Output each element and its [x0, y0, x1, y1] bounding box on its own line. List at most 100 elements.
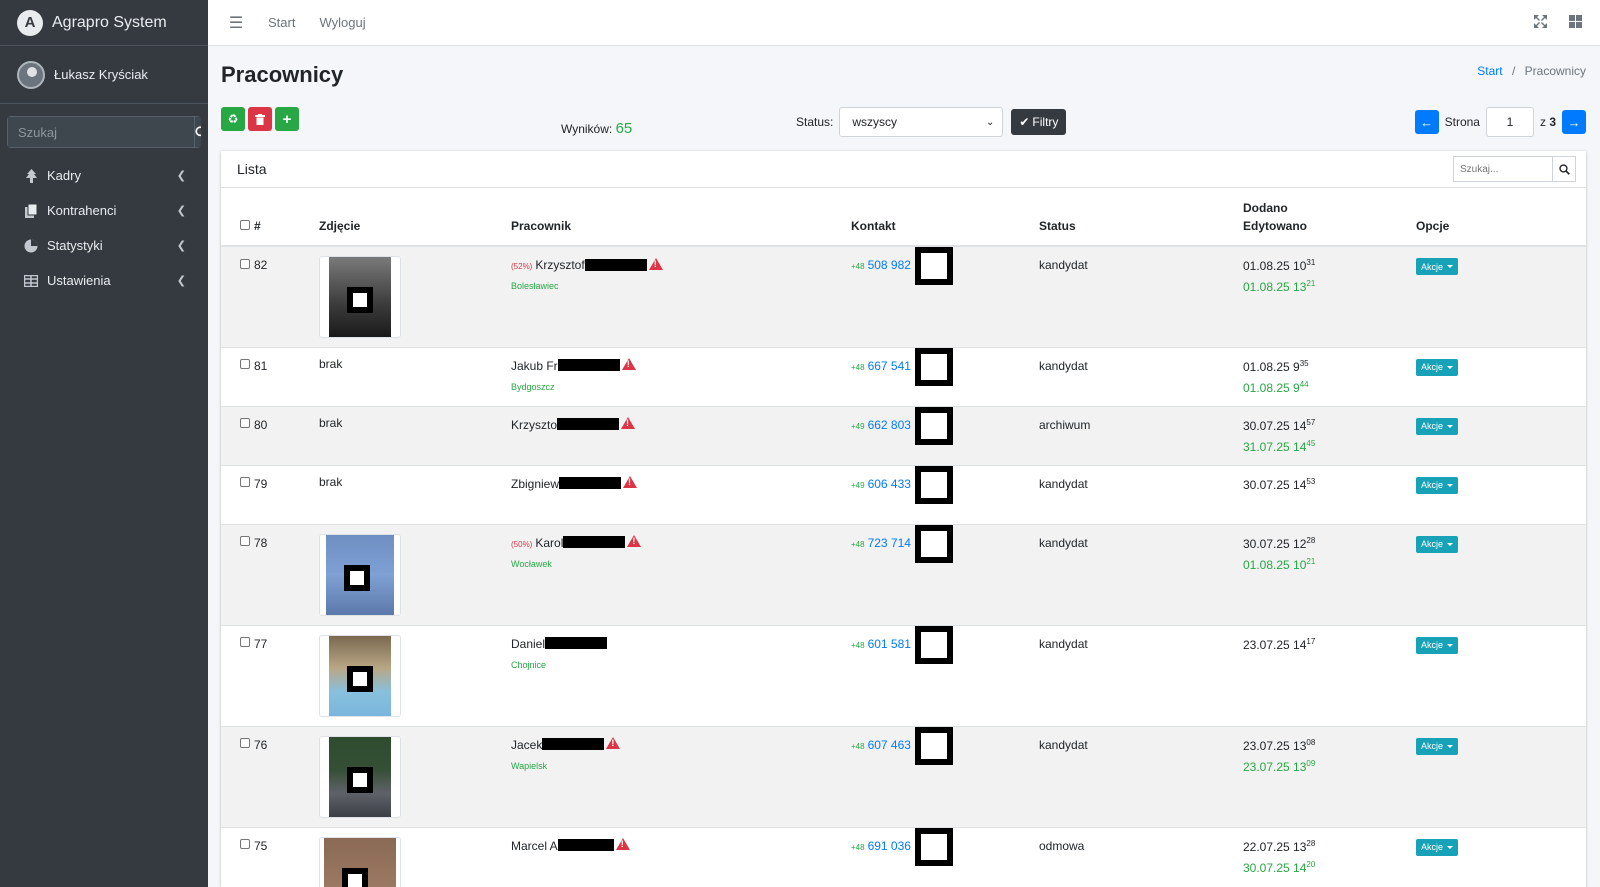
redaction-box: [914, 247, 953, 285]
photo-cell: [319, 523, 511, 625]
phone-link[interactable]: 508 982: [868, 258, 911, 272]
next-page-button[interactable]: →: [1562, 110, 1586, 134]
actions-dropdown-button[interactable]: Akcje: [1416, 636, 1459, 654]
sidebar-search-button[interactable]: [194, 116, 201, 148]
sidebar: A Agrapro System Łukasz Kryściak Kadry ❮…: [0, 0, 208, 887]
nav-link-start[interactable]: Start: [256, 15, 307, 30]
status-cell: kandydat: [1039, 245, 1243, 347]
actions-dropdown-button[interactable]: Akcje: [1416, 737, 1459, 755]
grid-icon[interactable]: [1569, 14, 1582, 31]
sidebar-item-kadry[interactable]: Kadry ❮: [0, 158, 208, 193]
dates-cell: 23.07.25 1417: [1243, 624, 1416, 726]
phone-link[interactable]: 723 714: [868, 536, 911, 550]
header-dates: Dodano Edytowano: [1243, 188, 1416, 247]
row-checkbox[interactable]: [240, 839, 250, 850]
edited-date: 23.07.25 1309: [1243, 759, 1416, 774]
worker-name[interactable]: Jacek: [511, 738, 542, 752]
phone-link[interactable]: 607 463: [868, 738, 911, 752]
actions-dropdown-button[interactable]: Akcje: [1416, 476, 1459, 494]
header-added: Dodano: [1243, 201, 1288, 215]
phone-link[interactable]: 691 036: [868, 839, 911, 853]
trash-icon: [255, 113, 265, 125]
row-id-cell: 82: [221, 245, 319, 347]
actions-dropdown-button[interactable]: Akcje: [1416, 535, 1459, 553]
redacted-surname: [563, 536, 626, 549]
avatar: [17, 60, 45, 89]
worker-photo[interactable]: [319, 836, 401, 887]
edited-date-value: 30.07.25 14: [1243, 860, 1307, 875]
breadcrumb: Start / Pracownicy: [1477, 64, 1586, 78]
results-number: 65: [615, 120, 633, 137]
photo-image: [329, 736, 391, 817]
worker-name[interactable]: Zbigniew: [511, 477, 559, 491]
prev-page-button[interactable]: ←: [1414, 110, 1439, 134]
sidebar-item-ustawienia[interactable]: Ustawienia ❮: [0, 263, 208, 298]
sidebar-item-label: Kontrahenci: [47, 203, 117, 218]
table-search-input[interactable]: [1453, 156, 1552, 182]
contact-cell: +48 667 541: [851, 346, 1039, 406]
row-checkbox[interactable]: [240, 738, 250, 749]
phone-link[interactable]: 601 581: [868, 637, 911, 651]
worker-photo[interactable]: [319, 256, 401, 338]
worker-name[interactable]: Krzysztof: [535, 258, 584, 272]
worker-name[interactable]: Krzyszto: [511, 418, 557, 432]
worker-name[interactable]: Daniel: [511, 637, 545, 651]
redacted-surname: [545, 637, 608, 650]
worker-name[interactable]: Marcel A: [511, 839, 558, 853]
sidebar-item-kontrahenci[interactable]: Kontrahenci ❮: [0, 193, 208, 228]
delete-button[interactable]: [248, 107, 272, 131]
recycle-icon: ♻: [227, 112, 239, 126]
row-checkbox[interactable]: [240, 477, 250, 488]
photo-cell: brak: [319, 346, 511, 406]
menu-toggle-icon[interactable]: ☰: [216, 13, 256, 33]
worker-photo[interactable]: [319, 735, 401, 818]
warning-icon: [621, 358, 636, 371]
row-checkbox[interactable]: [240, 637, 250, 648]
phone-link[interactable]: 667 541: [868, 359, 911, 373]
actions-dropdown-button[interactable]: Akcje: [1416, 358, 1459, 376]
photo-image: [329, 257, 391, 337]
select-all-checkbox[interactable]: [240, 219, 250, 230]
worker-name[interactable]: Karol: [535, 536, 563, 550]
warning-icon: [621, 417, 636, 430]
actions-dropdown-button[interactable]: Akcje: [1416, 258, 1459, 275]
row-checkbox[interactable]: [240, 359, 250, 370]
row-checkbox[interactable]: [240, 418, 250, 429]
phone-link[interactable]: 662 803: [868, 418, 911, 432]
breadcrumb-home[interactable]: Start: [1477, 64, 1502, 78]
table-search-button[interactable]: [1552, 156, 1576, 182]
edited-date-value: 31.07.25 14: [1243, 439, 1307, 454]
actions-dropdown-button[interactable]: Akcje: [1416, 838, 1459, 856]
phone-link[interactable]: 606 433: [868, 477, 911, 491]
nav-link-logout[interactable]: Wyloguj: [307, 15, 377, 30]
redaction-box: [347, 766, 373, 793]
phone-prefix: +48: [851, 539, 865, 549]
worker-cell: Jakub Fr Bydgoszcz: [511, 346, 851, 406]
header-contact: Kontakt: [851, 188, 1039, 247]
header-status: Status: [1039, 188, 1243, 247]
worker-cell: Krzyszto: [511, 405, 851, 465]
options-cell: Akcje: [1416, 245, 1586, 347]
brand-link[interactable]: A Agrapro System: [0, 0, 208, 46]
fullscreen-icon[interactable]: [1534, 14, 1547, 31]
row-checkbox[interactable]: [240, 536, 250, 547]
user-panel[interactable]: Łukasz Kryściak: [0, 46, 208, 104]
row-checkbox[interactable]: [240, 258, 250, 269]
app-logo: A: [17, 9, 43, 36]
sidebar-search-input[interactable]: [7, 116, 194, 148]
added-date-value: 30.07.25 14: [1243, 418, 1307, 433]
filter-button[interactable]: ✔ Filtry: [1011, 109, 1067, 135]
page-number-input[interactable]: 1: [1485, 107, 1534, 137]
table-row: 81 brak Jakub Fr Bydgoszcz +48667 541 kan…: [221, 346, 1586, 406]
recycle-button[interactable]: ♻: [221, 107, 245, 131]
sidebar-item-statystyki[interactable]: Statystyki ❮: [0, 228, 208, 263]
worker-photo[interactable]: [319, 634, 401, 717]
toolbar: ♻ +: [221, 107, 299, 131]
actions-dropdown-button[interactable]: Akcje: [1416, 417, 1459, 435]
worker-name[interactable]: Jakub Fr: [511, 359, 558, 373]
completion-percent: (50%): [511, 539, 533, 549]
status-select[interactable]: wszyscy ⌄: [839, 107, 1004, 137]
page-of-label: z: [1539, 115, 1546, 129]
add-button[interactable]: +: [275, 107, 299, 131]
worker-photo[interactable]: [319, 533, 401, 616]
